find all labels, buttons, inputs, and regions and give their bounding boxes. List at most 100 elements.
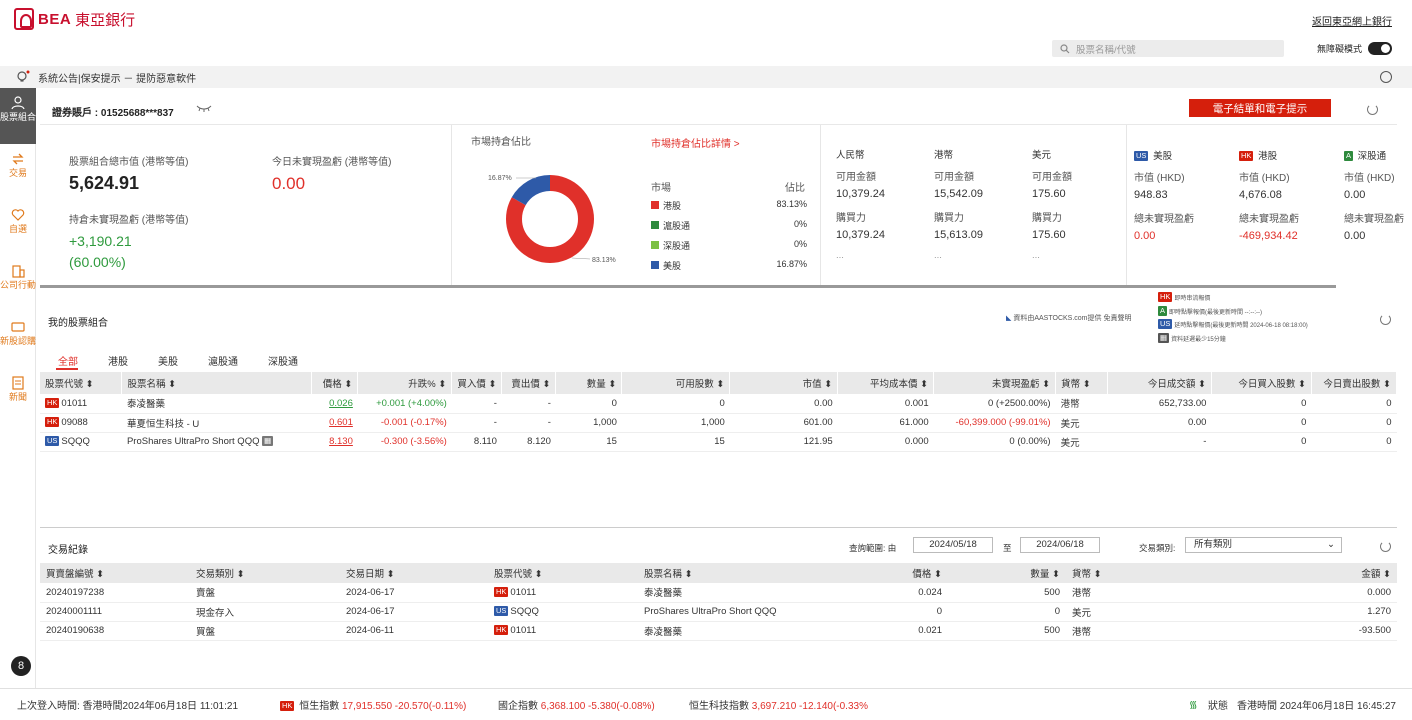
price: 0.601 [311, 413, 358, 433]
holdings-col-header[interactable]: 價格 ⬍ [311, 372, 359, 394]
allocation-col-market: 市場 [651, 183, 671, 194]
holding-row[interactable]: HK 01011 泰凌醫藥 0.026 +0.001 (+4.00%) - -0 0 0.00 0… [40, 394, 1397, 414]
market-value-label: 市值 (HKD) [1344, 172, 1395, 184]
holdings-col-header[interactable]: 賣出價 ⬍ [501, 372, 557, 394]
sidebar-item-portfolio[interactable]: 股票組合 [0, 88, 36, 144]
currency: 美元 [1066, 602, 1156, 622]
holdings-col-header[interactable]: 平均成本價 ⬍ [837, 372, 935, 394]
accessibility-mode: 無障礙模式 [1317, 42, 1393, 55]
sidebar-item-ipo[interactable]: 新股認購 [0, 312, 36, 368]
today-pl-label: 今日未實現盈虧 (港幣等值) [272, 157, 392, 168]
amount: 1.270 [1156, 602, 1397, 622]
available-value: 15,542.09 [934, 187, 983, 200]
trades-col-header[interactable]: 貨幣 ⬍ [1066, 563, 1156, 583]
holdings-col-header[interactable]: 升跌% ⬍ [357, 372, 453, 394]
currency: 美元 [1055, 413, 1108, 433]
ask: - [501, 394, 556, 414]
sidebar-item-trade[interactable]: 交易 [0, 144, 36, 200]
accessibility-toggle[interactable] [1368, 42, 1393, 55]
trade-row[interactable]: 20240190638 買盤 2024-06-11 HK 01011 泰凌醫藥 0.021 5… [40, 621, 1397, 641]
legend-row: 深股通 0% [651, 239, 807, 259]
account-bar: 證券賬戶 : 01525688***837 電子結單和電子提示 [40, 96, 1397, 124]
sidebar-item-corporate-action[interactable]: 公司行動 [0, 256, 36, 312]
trade-row[interactable]: 20240001111 現金存入 2024-06-17 US SQQQ ProShares… [40, 602, 1397, 622]
market-col-0: US 美股 市值 (HKD) 948.83 總未實現盈虧 0.00 [1134, 151, 1194, 242]
trade-type: 買盤 [190, 621, 340, 641]
quantity: 15 [555, 432, 622, 452]
market-badge: HK [1239, 151, 1254, 161]
holdings-col-header[interactable]: 未實現盈虧 ⬍ [933, 372, 1057, 394]
trade-type: 現金存入 [190, 602, 340, 622]
holding-row[interactable]: US SQQQ ProShares UltraPro Short QQQ ▦ 8.13… [40, 432, 1397, 452]
trades-col-header[interactable]: 價格 ⬍ [798, 563, 948, 583]
market-badge: HK [45, 397, 60, 408]
currency: 港幣 [1066, 583, 1156, 603]
sidebar-item-news[interactable]: 新聞 [0, 368, 36, 424]
trades-col-header[interactable]: 買賣盤編號 ⬍ [40, 563, 190, 583]
stock-name: ProShares UltraPro Short QQQ [638, 602, 798, 622]
cash-col-0: 人民幣 可用金額 10,379.24 購買力 10,379.24... [836, 151, 885, 260]
portfolio-refresh-icon[interactable] [1380, 314, 1391, 325]
unrealized-pl: -60,399.000 (-99.01%) [933, 413, 1056, 433]
trade-date: 2024-06-11 [340, 621, 488, 641]
back-to-ebanking-link[interactable]: 返回東亞網上銀行 [1312, 13, 1392, 28]
date-to-input[interactable]: 2024/06/18 [1020, 537, 1100, 553]
legend-swatch [651, 241, 659, 249]
top-bar: BEA 東亞銀行 返回東亞網上銀行 股票名稱/代號 無障礙模式 [0, 0, 1412, 66]
holdings-col-header[interactable]: 貨幣 ⬍ [1055, 372, 1109, 394]
trades-col-header[interactable]: 交易日期 ⬍ [340, 563, 488, 583]
holdings-col-header[interactable]: 買入價 ⬍ [451, 372, 503, 394]
trades-col-header[interactable]: 交易類別 ⬍ [190, 563, 340, 583]
tab-us[interactable]: 美股 [158, 353, 178, 368]
portfolio-title: 我的股票組合 [48, 318, 108, 329]
estatement-button[interactable]: 電子結單和電子提示 [1189, 99, 1331, 117]
holdings-col-header[interactable]: 數量 ⬍ [555, 372, 623, 394]
market-badge: US [494, 606, 509, 616]
trades-col-header[interactable]: 股票名稱 ⬍ [638, 563, 798, 583]
bea-logo[interactable]: BEA 東亞銀行 [14, 8, 135, 30]
eye-hide-icon[interactable] [196, 104, 212, 112]
trades-refresh-icon[interactable] [1380, 541, 1391, 552]
tab-hk[interactable]: 港股 [108, 353, 128, 368]
sidebar-item-watchlist[interactable]: 自選 [0, 200, 36, 256]
tab-all[interactable]: 全部 [58, 353, 78, 368]
trades-col-header[interactable]: 金額 ⬍ [1156, 563, 1397, 583]
holdings-col-header[interactable]: 股票代號 ⬍ [40, 372, 123, 394]
holdings-col-header[interactable]: 市值 ⬍ [729, 372, 839, 394]
ipo-icon [11, 322, 25, 332]
holdings-col-header[interactable]: 可用股數 ⬍ [621, 372, 731, 394]
tab-sh-connect[interactable]: 滬股通 [208, 353, 238, 368]
date-from-input[interactable]: 2024/05/18 [913, 537, 993, 553]
legend-name: 港股 [663, 201, 682, 211]
panel-divider [40, 285, 1336, 288]
donut-label-large: 83.13% [592, 257, 616, 264]
trades-col-header[interactable]: 數量 ⬍ [948, 563, 1066, 583]
holdings-col-header[interactable]: 今日賣出股數 ⬍ [1311, 372, 1398, 394]
holdings-col-header[interactable]: 今日買入股數 ⬍ [1211, 372, 1312, 394]
refresh-icon[interactable] [1367, 104, 1378, 115]
trade-row[interactable]: 20240197238 賣盤 2024-06-17 HK 01011 泰凌醫藥 0.024 5… [40, 583, 1397, 603]
today-sell: 0 [1311, 413, 1397, 433]
allocation-col-pct: 佔比 [785, 183, 805, 194]
notice-text[interactable]: 系統公告|保安提示 － 提防惡意軟件 [38, 70, 196, 85]
market-badge: US [45, 436, 60, 446]
stock-search-input[interactable]: 股票名稱/代號 [1052, 40, 1284, 57]
tab-sz-connect[interactable]: 深股通 [268, 353, 298, 368]
news-icon [12, 376, 24, 390]
market-pl-value: 0.00 [1344, 229, 1366, 242]
holdings-col-header[interactable]: 今日成交額 ⬍ [1107, 372, 1212, 394]
trades-col-header[interactable]: 股票代號 ⬍ [488, 563, 638, 583]
allocation-legend: 港股 83.13% 滬股通 0% 深股通 0% 美股 16.87% [651, 199, 807, 279]
chat-icon[interactable]: 8 [11, 656, 31, 676]
pause-icon[interactable] [1380, 71, 1392, 83]
trades-title: 交易紀錄 [48, 545, 88, 556]
trade-type-select[interactable]: 所有類別 ⌄ [1185, 537, 1342, 553]
allocation-donut-chart: 16.87% 83.13% [488, 175, 616, 264]
today-pl-value: 0.00 [272, 174, 306, 193]
amount: 0.000 [1156, 583, 1397, 603]
today-sell: 0 [1311, 394, 1397, 414]
holdings-col-header[interactable]: 股票名稱 ⬍ [121, 372, 313, 394]
holding-row[interactable]: HK 09088 華夏恒生科技 - U 0.601 -0.001 (-0.17%) - -1… [40, 413, 1397, 433]
allocation-detail-link[interactable]: 市場持倉佔比詳情 > [651, 135, 740, 150]
sidebar-label: 新股認購 [0, 336, 37, 346]
